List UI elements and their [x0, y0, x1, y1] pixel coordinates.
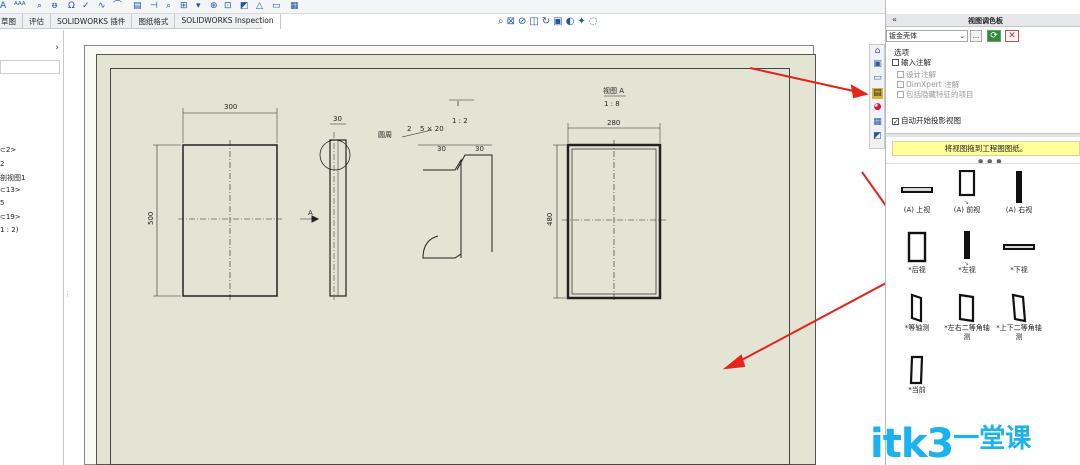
detail-ratio-top: I	[457, 100, 459, 108]
dim-back-width: 280	[607, 119, 620, 127]
site-watermark: itk3一堂课	[870, 421, 1032, 465]
checkbox-box[interactable]: ✓	[892, 118, 899, 126]
checkbox-box	[897, 71, 904, 78]
left-view-icon: ↘	[964, 231, 970, 266]
view-tile-back[interactable]: *后视	[894, 230, 940, 275]
custom-properties-icon[interactable]: ▦	[872, 117, 883, 128]
view-palette-header: « 视图调色板	[886, 14, 1080, 27]
view-tile-right[interactable]: (A) 右视	[996, 170, 1042, 215]
top-view-icon	[901, 187, 933, 193]
detail-callout: 圆周	[378, 131, 392, 139]
annotation-arrow-1	[749, 67, 859, 93]
drag-hint: 将视图拖到工程图图纸。	[892, 141, 1080, 156]
refresh-button[interactable]: ⟳	[987, 30, 1001, 42]
view-tile-dimetric-tb[interactable]: *上下二等角轴测	[996, 292, 1042, 342]
annotation-arrow-3	[737, 273, 904, 363]
chevron-down-icon: ⌄	[959, 32, 965, 40]
current-view-icon	[909, 355, 924, 385]
view-tile-isometric[interactable]: *等轴测	[894, 292, 940, 333]
collapse-icon[interactable]: «	[892, 15, 897, 24]
browse-button[interactable]: ...	[970, 30, 982, 42]
checkbox-box	[897, 81, 904, 88]
checkbox-auto-project[interactable]: ✓ 自动开始投影视图	[892, 115, 961, 126]
panel-divider[interactable]	[886, 133, 1080, 137]
dim-back-height: 480	[546, 213, 554, 226]
annotation-arrow-1-head	[850, 84, 869, 99]
view-tile-left[interactable]: ↘ *左视	[944, 230, 990, 275]
dim-front-height: 500	[147, 212, 155, 225]
view-tile-top[interactable]: (A) 上视	[894, 176, 940, 215]
dimetric-tb-view-icon	[1011, 293, 1027, 323]
view-label-top: 视图 A	[603, 86, 624, 95]
dimetric-lr-view-icon	[958, 293, 975, 323]
view-palette-icon[interactable]: ▤	[872, 88, 883, 99]
part-select[interactable]: 钣金壳体 ⌄	[886, 30, 968, 42]
forum-icon[interactable]: ◩	[872, 131, 883, 142]
part-name: 钣金壳体	[889, 32, 917, 40]
section-label: A	[308, 209, 313, 217]
view-tile-front[interactable]: ↘ (A) 前视	[944, 170, 990, 215]
bottom-view-icon	[1003, 244, 1035, 250]
design-library-icon[interactable]: ▣	[872, 59, 883, 70]
view-label-bottom: 1 : 8	[604, 100, 620, 108]
detail-dim-right: 30	[475, 145, 484, 153]
detail-ratio-bottom: 1 : 2	[452, 117, 468, 125]
dim-front-width: 300	[224, 103, 237, 111]
panel-title: 视图调色板	[968, 17, 1003, 25]
view-tile-bottom[interactable]: *下视	[996, 230, 1042, 275]
checkbox-box[interactable]	[892, 59, 899, 66]
front-view-icon: ↘	[958, 170, 976, 206]
task-pane-tabs: ⌂ ▣ ▭ ▤ ◕ ▦ ◩	[869, 44, 885, 149]
appearances-icon[interactable]: ◕	[872, 102, 883, 113]
home-icon[interactable]: ⌂	[872, 46, 883, 57]
detail-dim-left: 30	[437, 145, 446, 153]
svg-text:↘: ↘	[964, 199, 969, 206]
view-tile-dimetric-lr[interactable]: *左右二等角轴测	[944, 292, 990, 342]
annotation-arrow-3-head	[722, 354, 746, 370]
view-palette-panel: « 视图调色板 钣金壳体 ⌄ ... ⟳ ✕ 选项 输入注解 设计注解 DimX…	[885, 0, 1080, 465]
weld-spec: 5 × 20	[420, 125, 444, 133]
back-view-icon	[907, 231, 927, 263]
checkbox-box	[897, 91, 904, 98]
checkbox-hidden-features: 包括隐藏特征的项目	[897, 89, 974, 100]
clear-button[interactable]: ✕	[1005, 30, 1019, 42]
dim-side-width: 30	[333, 115, 342, 123]
checkbox-import-annotations[interactable]: 输入注解	[892, 57, 931, 68]
isometric-view-icon	[910, 293, 923, 323]
view-tile-current[interactable]: *当前	[894, 354, 940, 395]
weld-symbol: 2	[407, 125, 411, 133]
file-explorer-icon[interactable]: ▭	[872, 73, 883, 84]
right-view-icon	[1016, 171, 1022, 203]
